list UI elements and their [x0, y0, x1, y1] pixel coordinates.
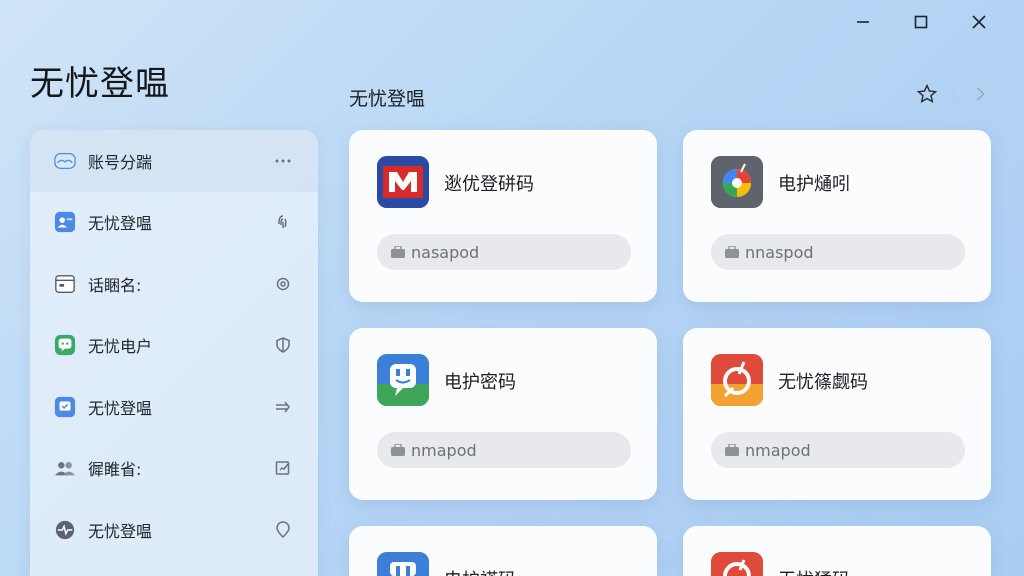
gear-icon[interactable]	[272, 273, 294, 295]
sidebar-item-label: 话睏名:	[88, 275, 142, 295]
shield-icon[interactable]	[272, 334, 294, 356]
lock-icon	[725, 246, 739, 258]
sidebar-item-label: 无忧电户	[88, 337, 153, 357]
username-field[interactable]: nmapod	[711, 432, 965, 468]
top-actions	[913, 80, 994, 108]
chevron-right-icon	[976, 87, 985, 101]
maximize-button[interactable]	[892, 8, 950, 36]
next-button[interactable]	[966, 80, 994, 108]
username-field[interactable]: nasapod	[377, 234, 631, 270]
card-name: 无忧猱码	[778, 566, 850, 576]
favorite-button[interactable]	[913, 80, 941, 108]
separator	[953, 85, 954, 103]
card-name: 逖优登硑码	[444, 174, 534, 195]
sidebar-item-login-3[interactable]: 无忧登嗢	[30, 499, 318, 561]
lock-icon	[725, 444, 739, 456]
arrow-right-icon[interactable]	[272, 396, 294, 418]
section-title: 无忧登嗢	[349, 88, 426, 110]
sidebar-item-name[interactable]: 话睏名:	[30, 253, 318, 315]
sidebar-item-members[interactable]: 徲睢省:	[30, 438, 318, 500]
face-logo	[377, 552, 429, 576]
password-card[interactable]: 无忧篠觑码 nmapod	[683, 328, 991, 500]
password-card[interactable]: 逖优登硑码 nasapod	[349, 130, 657, 302]
minimize-icon	[857, 21, 869, 23]
chat-icon	[54, 334, 76, 356]
username-value: nasapod	[411, 242, 480, 262]
calendar-icon	[54, 273, 76, 295]
pinwheel-logo	[711, 156, 763, 208]
sidebar-item-users[interactable]: 无忧电户	[30, 315, 318, 377]
sidebar-item-label: 无忧登嗢	[88, 398, 153, 418]
face-logo	[377, 354, 429, 406]
card-name: 电护密码	[444, 372, 516, 393]
password-card[interactable]: 无忧猱码	[683, 526, 991, 576]
lock-icon	[391, 246, 405, 258]
sidebar-item-account-groups[interactable]: 账号分踹	[30, 130, 318, 192]
tag-icon	[54, 396, 76, 418]
id-card-icon	[54, 211, 76, 233]
star-icon	[916, 83, 938, 104]
fingerprint-icon[interactable]	[272, 211, 294, 233]
username-value: nmapod	[411, 440, 477, 460]
sidebar: 账号分踹 无忧登嗢 话睏名: 无忧电户 无忧登嗢 徲睢省: 无忧登嗢	[30, 130, 318, 576]
lock-icon	[391, 444, 405, 456]
close-button[interactable]	[950, 8, 1008, 36]
username-value: nnaspod	[745, 242, 814, 262]
card-name: 电护褡码	[444, 566, 516, 576]
orange-logo	[711, 552, 763, 576]
window-controls	[834, 8, 1008, 36]
username-field[interactable]: nmapod	[377, 432, 631, 468]
card-name: 无忧篠觑码	[778, 372, 868, 393]
username-value: nmapod	[745, 440, 811, 460]
m-logo	[377, 156, 429, 208]
location-icon[interactable]	[272, 519, 294, 541]
pulse-icon	[54, 519, 76, 541]
sidebar-item-label: 徲睢省:	[88, 460, 142, 480]
sidebar-item-label: 无忧登嗢	[88, 214, 153, 234]
sidebar-item-label: 无忧登嗢	[88, 521, 153, 541]
app-title: 无忧登嗢	[30, 64, 170, 104]
sidebar-item-login-1[interactable]: 无忧登嗢	[30, 192, 318, 254]
users-icon	[54, 457, 76, 479]
cloud-icon	[54, 150, 76, 172]
username-field[interactable]: nnaspod	[711, 234, 965, 270]
orange-logo	[711, 354, 763, 406]
close-icon	[972, 15, 986, 29]
maximize-icon	[914, 15, 928, 29]
minimize-button[interactable]	[834, 8, 892, 36]
edit-icon[interactable]	[272, 457, 294, 479]
password-card[interactable]: 电护熥吲 nnaspod	[683, 130, 991, 302]
password-card[interactable]: 电护密码 nmapod	[349, 328, 657, 500]
sidebar-item-label: 账号分踹	[88, 152, 153, 172]
more-icon[interactable]	[272, 150, 294, 172]
sidebar-item-login-2[interactable]: 无忧登嗢	[30, 376, 318, 438]
card-name: 电护熥吲	[778, 174, 850, 195]
password-card[interactable]: 电护褡码	[349, 526, 657, 576]
